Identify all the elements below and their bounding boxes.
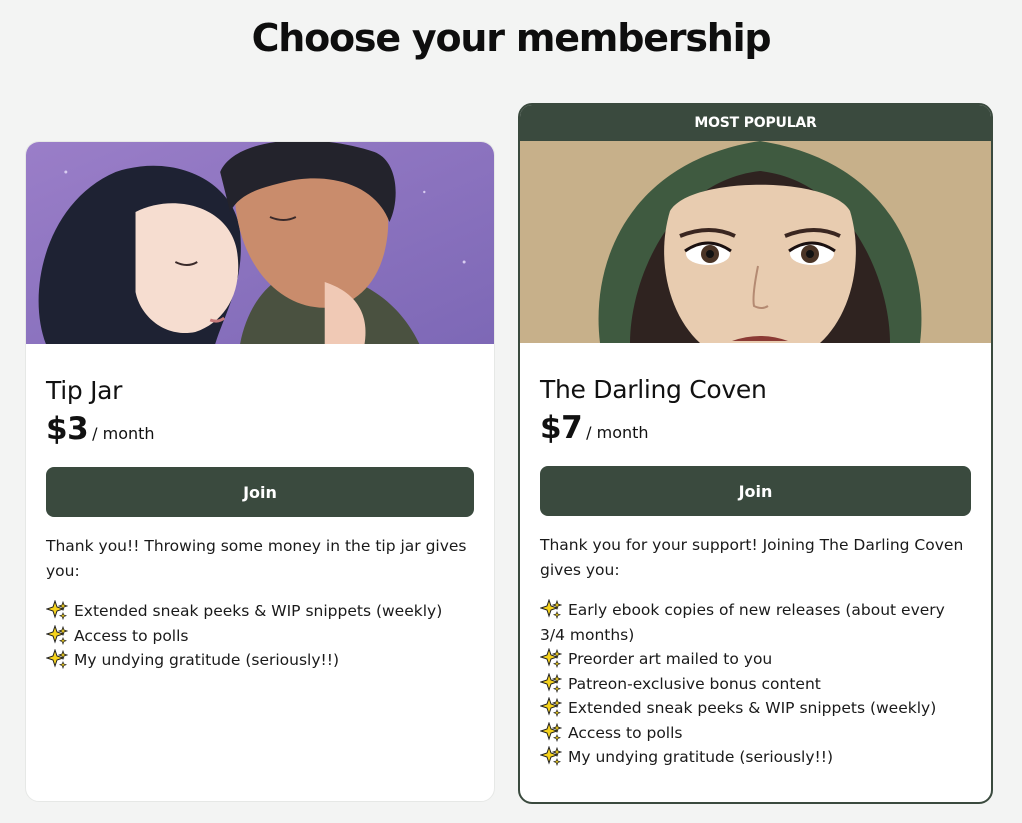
tier-name: The Darling Coven (540, 375, 767, 404)
sparkles-icon (540, 672, 562, 693)
benefit-item: My undying gratitude (seriously!!) (540, 745, 971, 770)
tier-period: / month (586, 423, 649, 442)
join-button-darling-coven[interactable]: Join (540, 466, 971, 516)
sparkles-icon (46, 649, 68, 669)
tier-image-couple (26, 142, 494, 344)
price-row: $7 / month (540, 410, 971, 448)
most-popular-badge: MOST POPULAR (520, 105, 991, 141)
benefit-item: Patreon-exclusive bonus content (540, 672, 971, 697)
benefits-list: Early ebook copies of new releases (abou… (540, 598, 971, 770)
sparkles-icon (540, 648, 562, 668)
benefit-item: My undying gratitude (seriously!!) (46, 648, 474, 673)
sparkles-icon (46, 624, 68, 645)
join-button-tip-jar[interactable]: Join (46, 467, 474, 517)
tier-price: $7 (540, 410, 583, 446)
sparkles-icon (46, 600, 68, 620)
tier-price: $3 (46, 411, 89, 447)
tier-description: Thank you!! Throwing some money in the t… (46, 537, 467, 580)
page-title: Choose your membership (251, 16, 772, 60)
tier-period: / month (92, 424, 155, 443)
tier-name: Tip Jar (46, 376, 123, 405)
benefits-list: Extended sneak peeks & WIP snippets (wee… (46, 599, 474, 673)
price-row: $3 / month (46, 411, 474, 449)
tier-card-darling-coven: MOST POPULAR The Darling Coven $7 / mont… (518, 103, 993, 804)
benefit-item: Extended sneak peeks & WIP snippets (wee… (46, 599, 474, 624)
sparkles-icon (540, 697, 562, 717)
tier-image-hooded-woman (520, 141, 991, 343)
tier-card-tip-jar: Tip Jar $3 / month Join Thank you!! Thro… (25, 141, 495, 802)
sparkles-icon (540, 721, 562, 742)
benefit-item: Preorder art mailed to you (540, 647, 971, 672)
benefit-item: Extended sneak peeks & WIP snippets (wee… (540, 696, 971, 721)
tier-description: Thank you for your support! Joining The … (540, 536, 964, 579)
benefit-item: Early ebook copies of new releases (abou… (540, 599, 945, 644)
benefit-item: Access to polls (46, 624, 474, 649)
benefit-item: Access to polls (540, 721, 971, 746)
sparkles-icon (540, 599, 562, 619)
sparkles-icon (540, 746, 562, 766)
